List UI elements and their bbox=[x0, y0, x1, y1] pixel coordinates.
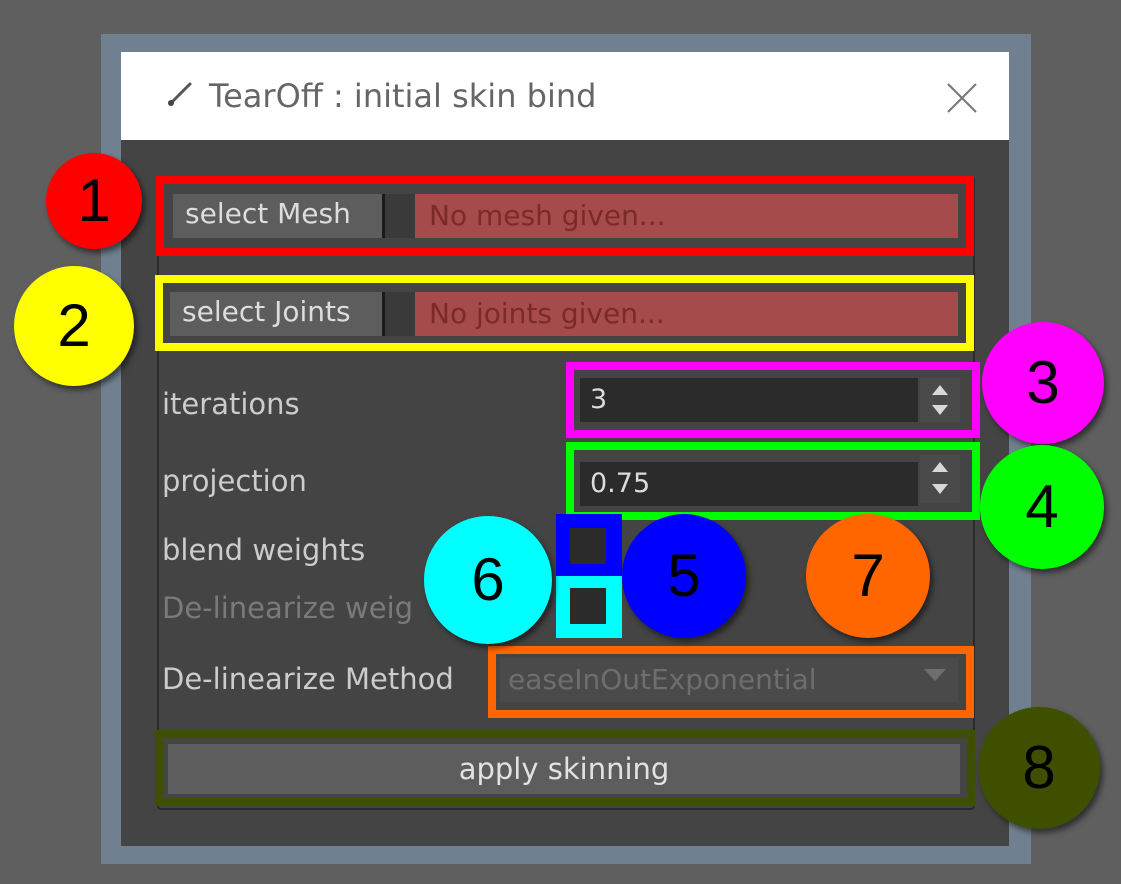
annotation-circle-7: 7 bbox=[806, 514, 930, 638]
highlight-box-3 bbox=[566, 362, 980, 438]
delinearize-weights-checkbox[interactable] bbox=[570, 588, 606, 624]
highlight-box-4 bbox=[566, 442, 980, 520]
highlight-box-1 bbox=[156, 176, 974, 256]
annotation-circle-8: 8 bbox=[978, 707, 1100, 829]
highlight-box-2 bbox=[155, 275, 974, 351]
highlight-box-8 bbox=[155, 730, 975, 806]
delinearize-weights-label: De-linearize weig bbox=[162, 591, 414, 625]
close-icon[interactable] bbox=[940, 76, 984, 120]
blend-weights-checkbox[interactable] bbox=[570, 528, 606, 564]
annotation-circle-5: 5 bbox=[622, 514, 746, 638]
annotation-circle-1: 1 bbox=[46, 153, 142, 249]
annotation-circle-2: 2 bbox=[14, 266, 134, 386]
iterations-label: iterations bbox=[162, 387, 300, 421]
annotation-circle-6: 6 bbox=[424, 516, 552, 644]
brush-icon bbox=[168, 82, 192, 106]
projection-label: projection bbox=[162, 464, 307, 498]
annotation-circle-4: 4 bbox=[980, 445, 1104, 569]
delinearize-method-label: De-linearize Method bbox=[162, 662, 454, 696]
highlight-box-7 bbox=[488, 646, 974, 718]
window-title: TearOff : initial skin bind bbox=[209, 77, 597, 115]
blend-weights-label: blend weights bbox=[162, 533, 366, 567]
annotation-circle-3: 3 bbox=[982, 322, 1104, 444]
